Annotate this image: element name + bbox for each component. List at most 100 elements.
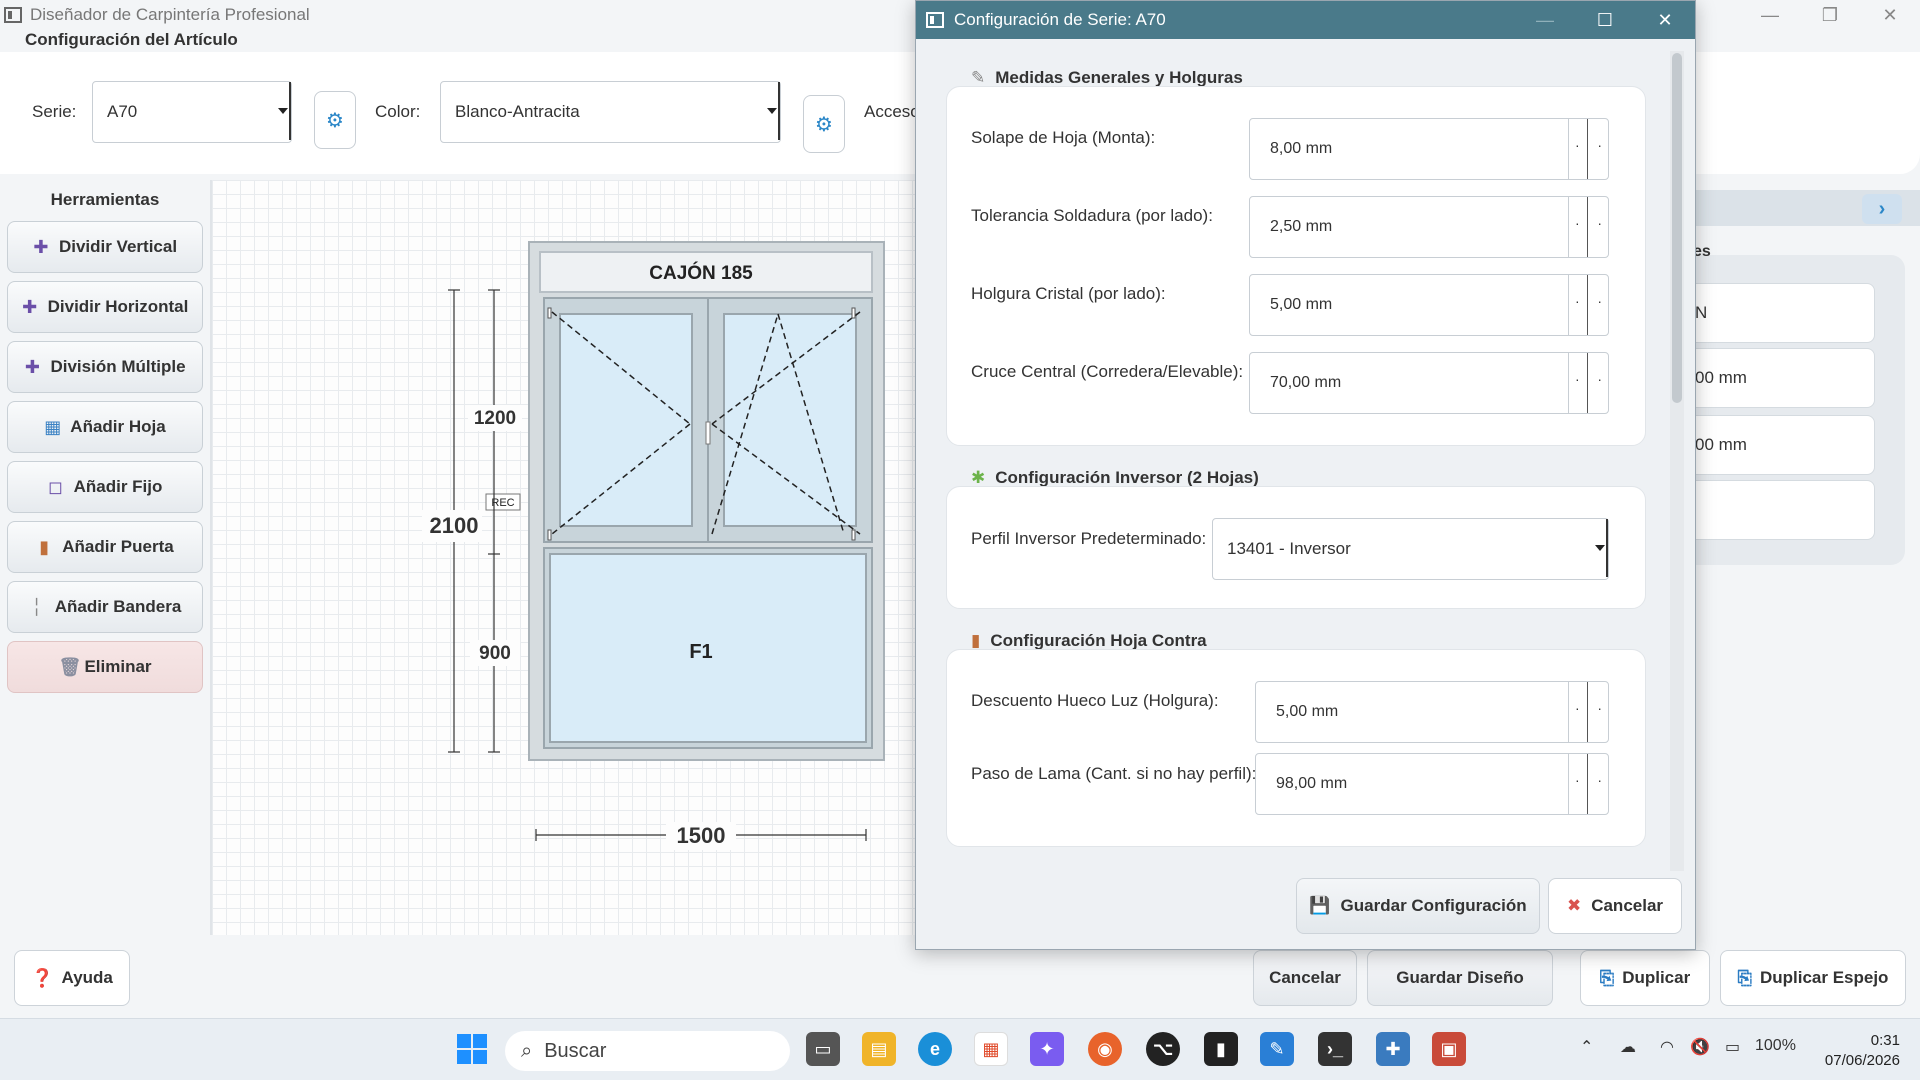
battery-icon[interactable]: ▭ <box>1725 1037 1740 1057</box>
time: 0:31 <box>1870 1032 1900 1049</box>
total-width-label: 1500 <box>677 823 726 848</box>
python-icon[interactable]: ✚ <box>1376 1032 1410 1066</box>
windows-start-icon[interactable] <box>455 1032 489 1066</box>
cloud-icon[interactable]: ☁ <box>1620 1037 1636 1057</box>
weld-tolerance-input[interactable]: 2,50 mm <box>1249 196 1609 258</box>
left-sash-glass <box>559 313 693 527</box>
dialog-minimize-button[interactable]: — <box>1515 1 1575 39</box>
spin-buttons[interactable] <box>1568 275 1608 335</box>
property-field[interactable]: 00 mm <box>1690 415 1875 475</box>
field-label: Holgura Cristal (por lado): <box>971 284 1166 303</box>
add-flag-button[interactable]: ╎ Añadir Bandera <box>7 581 203 633</box>
spin-buttons[interactable] <box>1568 754 1608 814</box>
terminal-icon[interactable]: ›_ <box>1318 1032 1352 1066</box>
glass-clearance-input[interactable]: 5,00 mm <box>1249 274 1609 336</box>
add-sash-button[interactable]: ▦ Añadir Hoja <box>7 401 203 453</box>
chevron-right-icon[interactable]: › <box>1862 194 1902 224</box>
slat-pitch-input[interactable]: 98,00 mm <box>1255 753 1609 815</box>
right-panel-header: › <box>1690 190 1920 226</box>
help-button[interactable]: ❓ Ayuda <box>14 950 130 1006</box>
field-label: Tolerancia Soldadura (por lado): <box>971 206 1213 225</box>
store-icon[interactable]: ▦ <box>974 1032 1008 1066</box>
total-height-label: 2100 <box>430 513 479 538</box>
color-settings-button[interactable]: ⚙ <box>803 95 845 153</box>
add-door-button[interactable]: ▮ Añadir Puerta <box>7 521 203 573</box>
tool-label: División Múltiple <box>50 357 186 376</box>
cancel-label: Cancelar <box>1269 968 1341 987</box>
chevron-down-icon <box>766 82 780 140</box>
firefox-icon[interactable]: ◉ <box>1088 1032 1122 1066</box>
multiple-division-button[interactable]: ✚ División Múltiple <box>7 341 203 393</box>
github-icon[interactable]: ⌥ <box>1146 1032 1180 1066</box>
whiteboard-icon[interactable]: ✎ <box>1260 1032 1294 1066</box>
chevron-down-icon <box>1594 519 1608 577</box>
copilot-icon[interactable]: ✦ <box>1030 1032 1064 1066</box>
serie-label: Serie: <box>32 102 77 121</box>
property-field[interactable]: 00 mm <box>1690 348 1875 408</box>
serie-settings-button[interactable]: ⚙ <box>314 91 356 149</box>
property-field[interactable] <box>1690 480 1875 540</box>
cancel-design-button[interactable]: Cancelar <box>1253 950 1357 1006</box>
property-field[interactable]: N <box>1690 283 1875 343</box>
taskbar-search[interactable]: ⌕ Buscar <box>505 1031 790 1071</box>
field-label: Descuento Hueco Luz (Holgura): <box>971 691 1219 710</box>
serie-value: A70 <box>107 102 138 121</box>
app-icon <box>4 7 22 23</box>
help-icon: ❓ <box>31 967 54 988</box>
file-explorer-icon[interactable]: ▤ <box>862 1032 896 1066</box>
minimize-button[interactable]: — <box>1740 0 1800 30</box>
delete-button[interactable]: 🗑 Eliminar <box>7 641 203 693</box>
notepad-icon[interactable]: ▮ <box>1204 1032 1238 1066</box>
duplicate-label: Duplicar <box>1622 968 1691 987</box>
duplicate-button[interactable]: ⎘ Duplicar <box>1580 950 1710 1006</box>
app-taskbar-icon[interactable]: ▣ <box>1432 1032 1466 1066</box>
window-icon <box>926 12 944 28</box>
taskbar: ⌕ Buscar ▭ ▤ e ▦ ✦ ◉ ⌥ ▮ ✎ ›_ ✚ ▣ ⌃ ☁ ◠ … <box>0 1018 1920 1080</box>
field-label: Solape de Hoja (Monta): <box>971 128 1156 147</box>
plus-icon: ✚ <box>33 236 49 257</box>
tools-title: Herramientas <box>50 190 160 209</box>
split-horizontal-button[interactable]: ✚ Dividir Horizontal <box>7 281 203 333</box>
design-canvas[interactable]: CAJÓN 185 F1 REC 2100 1200 900 1500 <box>212 180 932 935</box>
overlap-input[interactable]: 8,00 mm <box>1249 118 1609 180</box>
gear-icon: ⚙ <box>815 113 833 136</box>
clock[interactable]: 0:31 07/06/2026 <box>1825 1031 1900 1071</box>
accessories-label: Acceso <box>864 102 920 121</box>
wifi-icon[interactable]: ◠ <box>1660 1037 1674 1057</box>
search-icon: ⌕ <box>521 1039 533 1062</box>
save-design-button[interactable]: Guardar Diseño <box>1367 950 1553 1006</box>
scrollbar-thumb[interactable] <box>1672 53 1682 403</box>
field-label: Cruce Central (Corredera/Elevable): <box>971 362 1244 381</box>
sash-icon: ▦ <box>44 416 62 437</box>
fixed-label: F1 <box>689 641 712 663</box>
spin-buttons[interactable] <box>1568 197 1608 257</box>
color-select[interactable]: Blanco-Antracita <box>440 81 781 143</box>
add-fixed-button[interactable]: ◻ Añadir Fijo <box>7 461 203 513</box>
dialog-maximize-button[interactable]: ☐ <box>1575 1 1635 39</box>
split-vertical-button[interactable]: ✚ Dividir Vertical <box>7 221 203 273</box>
maximize-button[interactable]: ❐ <box>1800 0 1860 30</box>
task-view-icon[interactable]: ▭ <box>806 1032 840 1066</box>
light-opening-discount-input[interactable]: 5,00 mm <box>1255 681 1609 743</box>
rec-label: REC <box>491 497 514 509</box>
edge-icon[interactable]: e <box>918 1032 952 1066</box>
chevron-up-icon[interactable]: ⌃ <box>1580 1037 1593 1057</box>
spin-buttons[interactable] <box>1568 682 1608 742</box>
inverter-profile-select[interactable]: 13401 - Inversor <box>1212 518 1609 580</box>
duplicate-mirror-button[interactable]: ⎘ Duplicar Espejo <box>1720 950 1906 1006</box>
flag-icon: ╎ <box>31 596 43 617</box>
tool-label: Añadir Bandera <box>54 597 182 616</box>
volume-muted-icon[interactable]: 🔇 <box>1690 1037 1710 1057</box>
central-cross-input[interactable]: 70,00 mm <box>1249 352 1609 414</box>
close-button[interactable]: ✕ <box>1860 0 1920 30</box>
spin-buttons[interactable] <box>1568 353 1608 413</box>
window-title: Diseñador de Carpintería Profesional <box>30 5 310 24</box>
tool-label: Dividir Vertical <box>58 237 178 256</box>
serie-select[interactable]: A70 <box>92 81 292 143</box>
dialog-close-button[interactable]: ✕ <box>1635 1 1695 39</box>
door-icon: ▮ <box>971 631 981 650</box>
window-drawing: CAJÓN 185 F1 REC 2100 1200 900 1500 <box>422 241 885 850</box>
spin-buttons[interactable] <box>1568 119 1608 179</box>
cancel-config-button[interactable]: ✖ Cancelar <box>1548 878 1682 934</box>
save-config-button[interactable]: 💾 Guardar Configuración <box>1296 878 1540 934</box>
